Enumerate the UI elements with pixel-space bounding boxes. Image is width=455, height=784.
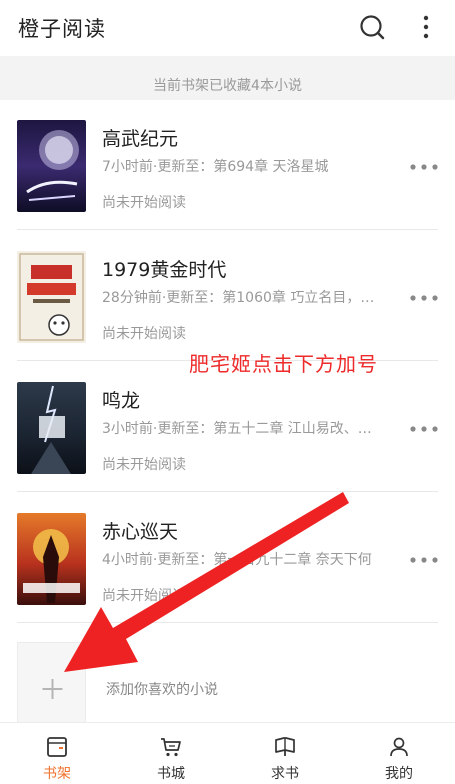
tab-label: 书架	[43, 766, 71, 782]
divider	[17, 229, 438, 230]
add-book-label[interactable]: 添加你喜欢的小说	[106, 679, 218, 699]
book-cover	[17, 251, 86, 343]
divider	[17, 491, 438, 492]
book-title: 赤心巡天	[102, 521, 179, 543]
request-book-icon	[275, 737, 295, 756]
book-update-info: 3小时前·更新至：第五十二章 江山易改、…	[102, 421, 372, 437]
book-read-status: 尚未开始阅读	[102, 195, 186, 211]
more-horizontal-icon[interactable]	[408, 555, 440, 565]
book-title: 鸣龙	[102, 390, 141, 412]
book-cover	[17, 382, 86, 474]
annotation-text: 肥宅姬点击下方加号	[189, 352, 378, 376]
app-bar: 橙子阅读	[0, 0, 455, 56]
tab-bookshelf[interactable]: 书架	[0, 723, 114, 784]
book-read-status: 尚未开始阅读	[102, 588, 186, 604]
book-read-status: 尚未开始阅读	[102, 326, 186, 342]
tab-bookstore[interactable]: 书城	[114, 723, 228, 784]
book-item[interactable]: 高武纪元 7小时前·更新至：第694章 天洛星城 尚未开始阅读	[0, 100, 455, 230]
more-horizontal-icon[interactable]	[408, 424, 440, 434]
shelf-count-strip: 当前书架已收藏4本小说	[0, 56, 455, 100]
book-cover	[17, 513, 86, 605]
divider	[17, 622, 438, 623]
tab-label: 我的	[385, 766, 413, 782]
tab-label: 求书	[271, 766, 299, 782]
book-read-status: 尚未开始阅读	[102, 457, 186, 473]
tab-label: 书城	[157, 766, 185, 782]
book-title: 高武纪元	[102, 128, 179, 150]
shelf-count-text: 当前书架已收藏4本小说	[153, 78, 302, 94]
app-title: 橙子阅读	[18, 17, 106, 41]
add-book-button[interactable]	[17, 642, 86, 734]
book-title: 1979黄金时代	[102, 259, 227, 281]
more-horizontal-icon[interactable]	[408, 293, 440, 303]
book-item[interactable]: 1979黄金时代 28分钟前·更新至：第1060章 巧立名目，… 尚未开始阅读	[0, 231, 455, 361]
book-update-info: 28分钟前·更新至：第1060章 巧立名目，…	[102, 290, 375, 306]
profile-icon	[390, 737, 408, 757]
tab-request-book[interactable]: 求书	[228, 723, 342, 784]
book-item[interactable]: 赤心巡天 4小时前·更新至：第一百九十二章 奈天下何 尚未开始阅读	[0, 493, 455, 623]
search-icon[interactable]	[358, 13, 386, 41]
book-cover	[17, 120, 86, 212]
bookstore-cart-icon	[161, 738, 181, 757]
tab-profile[interactable]: 我的	[342, 723, 455, 784]
more-horizontal-icon[interactable]	[408, 162, 440, 172]
bookshelf-icon	[47, 737, 67, 757]
book-update-info: 4小时前·更新至：第一百九十二章 奈天下何	[102, 552, 372, 568]
book-item[interactable]: 鸣龙 3小时前·更新至：第五十二章 江山易改、… 尚未开始阅读	[0, 362, 455, 492]
bottom-tab-bar: 书架 书城 求书 我的	[0, 722, 455, 784]
book-update-info: 7小时前·更新至：第694章 天洛星城	[102, 159, 329, 175]
more-vertical-icon[interactable]	[416, 12, 436, 42]
